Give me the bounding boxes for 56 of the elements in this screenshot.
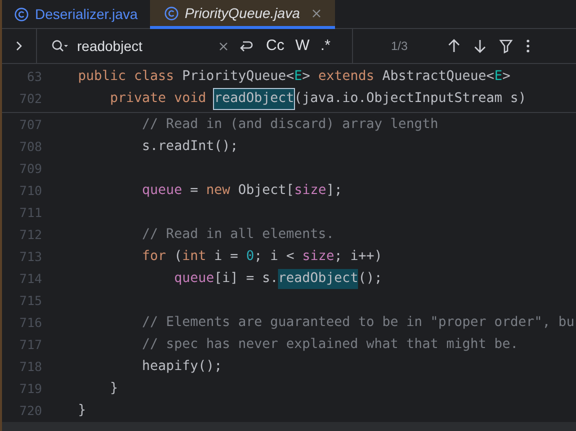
code-comment: // spec has never explained what that might be.	[141, 336, 518, 354]
code-token: ; i <	[254, 248, 296, 266]
code-token: queue	[173, 270, 214, 288]
editor-tab[interactable]: PriorityQueue.java	[150, 0, 335, 29]
code-token: public class	[78, 68, 176, 86]
code-token: int	[182, 248, 208, 266]
code-token: (java.io.ObjectInputStream s)	[294, 90, 526, 108]
code-comment: // Elements are guaranteed to be in "proper order", bu	[141, 314, 574, 332]
code-token: AbstractQueue<	[382, 68, 494, 86]
code-token: E	[294, 68, 302, 86]
newline-icon[interactable]	[238, 39, 254, 53]
code-token: [i] = s.	[214, 270, 278, 288]
close-icon[interactable]	[312, 8, 321, 18]
search-option-toggle[interactable]: .*	[320, 34, 331, 58]
search-match: readObject	[214, 89, 294, 109]
code-token: size	[294, 182, 326, 200]
code-token: private void	[109, 90, 208, 108]
code-token: >	[302, 68, 312, 86]
code-token: ; i++)	[334, 248, 382, 266]
more-icon[interactable]	[525, 38, 531, 54]
search-option-toggle[interactable]: W	[295, 34, 310, 58]
clear-icon[interactable]	[219, 42, 228, 50]
code-token: for	[141, 248, 168, 266]
scrollbar-track[interactable]	[2, 422, 576, 431]
search-option-toggle[interactable]: Cc	[266, 34, 284, 58]
previous-match-icon[interactable]	[447, 38, 461, 54]
code-token: ();	[358, 270, 382, 288]
code-comment: // Read in all elements.	[141, 226, 334, 244]
code-token: new	[206, 182, 232, 200]
code-comment: // Read in (and discard) array length	[141, 116, 438, 134]
match-counter: 1/3	[391, 38, 409, 55]
code-token: Object[	[238, 182, 294, 200]
code-token: extends	[318, 68, 376, 86]
code-token: size	[302, 248, 334, 266]
code-token: 0	[246, 248, 254, 266]
code-token: s.readInt();	[141, 138, 238, 156]
code-token: heapify();	[141, 358, 222, 376]
next-match-icon[interactable]	[473, 38, 487, 54]
code-token: (	[174, 248, 182, 266]
class-file-icon	[164, 6, 179, 20]
class-file-icon	[14, 7, 29, 22]
code-token: ];	[326, 182, 342, 200]
code-token: }	[78, 402, 86, 420]
code-token: =	[189, 182, 200, 200]
code-token: E	[494, 68, 502, 86]
filter-icon[interactable]	[499, 38, 513, 54]
editor-tab[interactable]: Deserializer.java	[2, 0, 150, 29]
code-token: PriorityQueue<	[182, 68, 294, 86]
search-match: readObject	[278, 269, 358, 289]
expand-chevron-icon[interactable]	[14, 40, 24, 52]
code-token: >	[502, 68, 510, 86]
search-icon[interactable]	[51, 39, 69, 53]
code-token: queue	[141, 182, 182, 200]
search-field[interactable]: readobject	[77, 36, 215, 56]
code-token: }	[109, 380, 118, 398]
code-token: i =	[214, 248, 240, 266]
